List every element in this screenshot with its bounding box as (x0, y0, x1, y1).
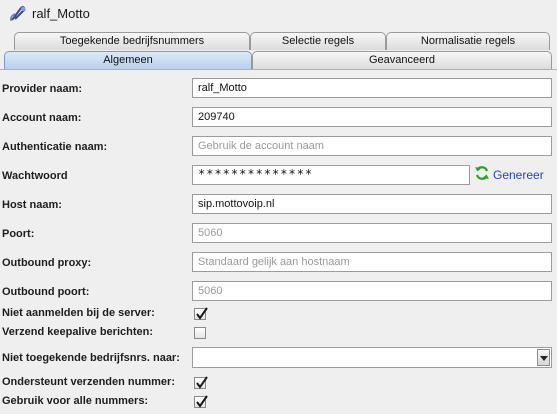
verzend-keepalive-checkbox[interactable] (194, 327, 206, 339)
tab-geavanceerd[interactable]: Geavanceerd (252, 51, 552, 69)
poort-label: Poort: (2, 228, 35, 240)
tab-selectie-regels[interactable]: Selectie regels (250, 32, 386, 50)
outbound-poort-input[interactable]: 5060 (192, 281, 552, 301)
gebruik-alle-checkbox[interactable] (194, 395, 208, 408)
tab-toegekende-bedrijfsnummers[interactable]: Toegekende bedrijfsnummers (14, 32, 250, 50)
checkmark-icon (196, 376, 208, 389)
provider-naam-label: Provider naam: (2, 83, 83, 95)
genereer-button[interactable]: Genereer (474, 165, 544, 185)
checkmark-icon (196, 395, 208, 408)
window-title: ralf_Motto (32, 6, 90, 21)
chevron-down-icon (540, 356, 548, 361)
verzend-keepalive-label: Verzend keepalive berichten: (2, 326, 154, 338)
sip-account-icon (8, 4, 28, 24)
niet-toegekende-select[interactable] (192, 347, 552, 368)
wachtwoord-input[interactable]: ************** (192, 165, 470, 185)
checkmark-icon (196, 307, 208, 320)
authenticatie-naam-label: Authenticatie naam: (2, 141, 108, 153)
account-naam-label: Account naam: (2, 112, 82, 124)
host-naam-label: Host naam: (2, 199, 62, 211)
refresh-icon (474, 165, 490, 187)
authenticatie-naam-input[interactable]: Gebruik de account naam (192, 136, 552, 156)
ondersteunt-verzenden-checkbox[interactable] (194, 376, 208, 389)
title-bar: ralf_Motto (0, 0, 557, 28)
provider-naam-input[interactable]: ralf_Motto (192, 78, 552, 98)
account-naam-input[interactable]: 209740 (192, 107, 552, 127)
ondersteunt-verzenden-label: Ondersteunt verzenden nummer: (2, 376, 175, 388)
genereer-label: Genereer (493, 168, 544, 183)
niet-toegekende-label: Niet toegekende bedrijfsnrs. naar: (2, 352, 180, 364)
poort-input[interactable]: 5060 (192, 223, 552, 243)
gebruik-alle-label: Gebruik voor alle nummers: (2, 395, 149, 407)
tab-algemeen[interactable]: Algemeen (4, 51, 252, 69)
dropdown-button[interactable] (537, 349, 550, 366)
niet-aanmelden-label: Niet aanmelden bij de server: (2, 307, 155, 319)
outbound-proxy-input[interactable]: Standaard gelijk aan hostnaam (192, 252, 552, 272)
tab-normalisatie-regels[interactable]: Normalisatie regels (386, 32, 550, 50)
outbound-proxy-label: Outbound proxy: (2, 257, 92, 269)
host-naam-input[interactable]: sip.mottovoip.nl (192, 194, 552, 214)
niet-aanmelden-checkbox[interactable] (194, 307, 208, 320)
wachtwoord-label: Wachtwoord (2, 170, 68, 182)
outbound-poort-label: Outbound poort: (2, 286, 90, 298)
